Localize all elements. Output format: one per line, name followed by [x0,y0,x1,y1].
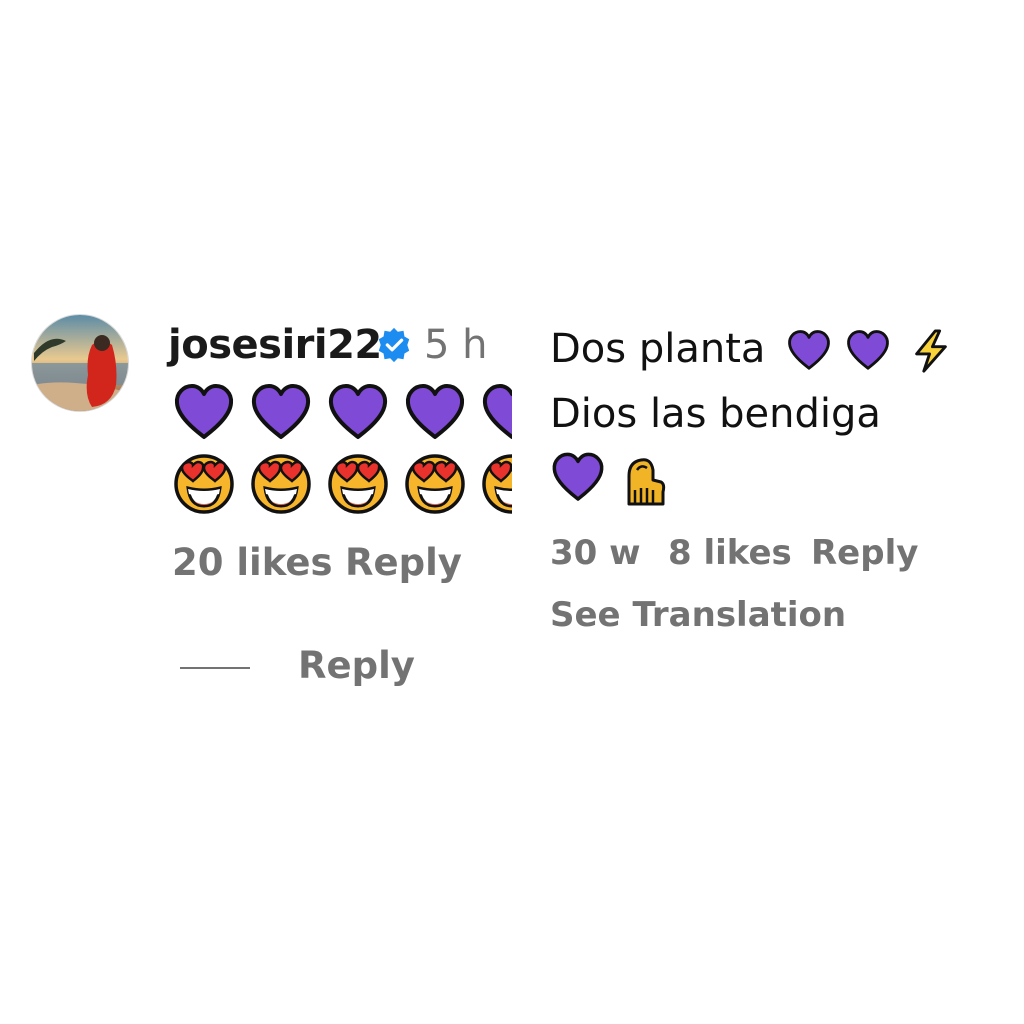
comment-text: Dos planta [550,326,766,372]
thread-divider [180,667,250,669]
crown-hand-icon [627,458,666,506]
likes-count-link[interactable]: 20 likes [172,538,332,588]
comment-timestamp: 5 h [424,322,488,368]
likes-count-link[interactable]: 8 likes [668,530,792,576]
heart-eyes-face-icon [326,452,390,516]
heart-eyes-face-icon [249,452,313,516]
heart-eyes-face-icon [172,452,236,516]
heart-eyes-emoji-row [172,452,512,518]
purple-heart-emoji-row [172,381,512,447]
lightning-icon [914,329,947,373]
purple-heart-icon [550,450,606,506]
comment-text-line-1: Dos planta [550,322,954,376]
purple-heart-icon [403,381,467,445]
purple-heart-icon [786,328,832,374]
comment-emoji-line [550,450,679,510]
see-translation-link[interactable]: See Translation [550,592,846,638]
purple-heart-icon [845,328,891,374]
view-replies-button[interactable]: Reply [298,641,415,691]
purple-heart-icon [480,381,512,445]
avatar-beach-photo [32,315,128,411]
purple-heart-icon [172,381,236,445]
purple-heart-icon [326,381,390,445]
verified-badge-icon [378,327,410,363]
reply-button[interactable]: Reply [811,530,918,576]
avatar[interactable] [31,314,129,412]
heart-eyes-face-icon [480,452,512,516]
comment-text-line-2: Dios las bendiga [550,391,881,437]
username[interactable]: josesiri22 [168,318,382,372]
reply-button[interactable]: Reply [345,538,462,588]
purple-heart-icon [249,381,313,445]
heart-eyes-face-icon [403,452,467,516]
comment-timestamp: 30 w [550,533,641,573]
